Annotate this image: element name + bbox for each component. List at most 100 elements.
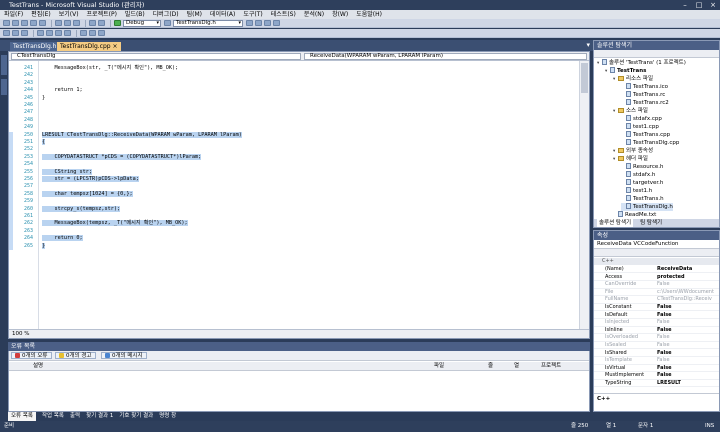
solution-tree-item[interactable]: TestTrans.ico <box>621 83 668 91</box>
menu-item[interactable]: 디버그(D) <box>153 10 179 19</box>
code-line[interactable]: LRESULT CTestTransDlg::ReceiveData(WPARA… <box>42 131 242 138</box>
parameter-info-icon[interactable] <box>12 30 19 36</box>
property-row[interactable]: File c:\Users\WWdocument <box>594 289 719 297</box>
solution-tree-item[interactable]: TestTrans.rc2 <box>621 99 669 107</box>
find-icon[interactable] <box>246 20 253 26</box>
warnings-filter-button[interactable]: 0개의 경고 <box>55 352 96 359</box>
property-row[interactable]: IsShared False <box>594 350 719 357</box>
code-line[interactable]: } <box>42 242 46 249</box>
zoom-level[interactable]: 100 % <box>12 331 29 337</box>
property-value[interactable]: False <box>657 372 672 379</box>
quick-info-icon[interactable] <box>21 30 28 36</box>
menu-item[interactable]: 빌드(B) <box>125 10 145 19</box>
object-selector[interactable]: ReceiveData VCCodeFunction <box>594 240 719 249</box>
undo-icon[interactable] <box>89 20 96 26</box>
solution-tree-item[interactable]: TestTrans.cpp <box>621 131 670 139</box>
prev-bookmark-icon[interactable] <box>89 30 96 36</box>
solution-tree-item[interactable]: test1.h <box>621 187 652 195</box>
property-value[interactable]: ReceiveData <box>657 266 692 273</box>
server-explorer-tab[interactable] <box>1 55 7 75</box>
redo-icon[interactable] <box>98 20 105 26</box>
column-file[interactable]: 파일 <box>434 362 444 371</box>
tool-window-tab[interactable]: 오류 목록 <box>8 412 36 421</box>
solution-tree-item[interactable]: ▾ TestTrans <box>605 67 646 75</box>
bookmark-icon[interactable] <box>80 30 87 36</box>
code-line[interactable]: MessageBox(str, _T("메시지 확인"), MB_OK); <box>42 65 178 71</box>
add-item-icon[interactable] <box>12 20 19 26</box>
property-value[interactable]: False <box>657 312 672 319</box>
property-value[interactable]: False <box>657 365 672 372</box>
code-line[interactable]: char tempsz[1024] = {0,}; <box>42 190 133 197</box>
property-row[interactable]: IsConstant False <box>594 304 719 312</box>
new-project-icon[interactable] <box>3 20 10 26</box>
property-row[interactable]: FullName CTestTransDlg::Receiv <box>594 296 719 304</box>
property-value[interactable]: False <box>657 357 670 364</box>
copy-icon[interactable] <box>64 20 71 26</box>
solution-tree-item[interactable]: stdafx.h <box>621 171 655 179</box>
property-value[interactable]: CTestTransDlg::Receiv <box>657 296 712 303</box>
solution-tree-item[interactable]: TestTransDlg.h <box>621 203 673 211</box>
property-value[interactable]: c:\Users\WWdocument <box>657 289 714 296</box>
indent-icon[interactable] <box>37 30 44 36</box>
property-row[interactable]: CanOverride False <box>594 281 719 289</box>
solution-tree-item[interactable]: ▾ 솔루션 'TestTrans' (1 프로젝트) <box>597 59 686 67</box>
property-row[interactable]: Access protected <box>594 274 719 281</box>
save-all-icon[interactable] <box>39 20 46 26</box>
properties-icon[interactable] <box>264 20 271 26</box>
code-line[interactable]: CString str; <box>42 168 92 175</box>
solution-tree-item[interactable]: ▾ 외부 종속성 <box>613 147 653 155</box>
column-col[interactable]: 열 <box>514 362 519 371</box>
menu-item[interactable]: 테스트(S) <box>271 10 296 19</box>
column-description[interactable]: 설명 <box>33 362 43 371</box>
property-row[interactable]: MustImplement False <box>594 372 719 380</box>
tab-solution-explorer[interactable]: 솔루션 탐색기 <box>597 219 634 227</box>
minimize-icon[interactable]: – <box>678 0 692 10</box>
tab-team-explorer[interactable]: 팀 탐색기 <box>638 219 664 227</box>
property-value[interactable]: False <box>657 350 672 357</box>
property-row[interactable]: TypeString LRESULT <box>594 380 719 388</box>
code-area[interactable]: MessageBox(str, _T("메시지 확인"), MB_OK); re… <box>39 61 579 329</box>
menu-item[interactable]: 도구(T) <box>243 10 262 19</box>
property-value[interactable]: LRESULT <box>657 380 681 387</box>
property-value[interactable]: False <box>657 327 672 334</box>
scroll-thumb[interactable] <box>581 63 588 93</box>
solution-tree-item[interactable]: TestTransDlg.cpp <box>621 139 679 147</box>
tab-dropdown-icon[interactable]: ▾ <box>586 41 590 49</box>
tool-window-tab[interactable]: 작업 목록 <box>42 412 64 421</box>
property-row[interactable]: IsInline False <box>594 327 719 335</box>
config-combo[interactable]: Debug <box>123 19 161 27</box>
class-dropdown[interactable]: CTestTransDlg <box>11 53 301 60</box>
property-row[interactable]: IsTemplate False <box>594 357 719 365</box>
menu-item[interactable]: 데이터(A) <box>210 10 235 19</box>
menu-item[interactable]: 파일(F) <box>4 10 23 19</box>
code-line[interactable]: return 1; <box>42 87 82 93</box>
close-tab-icon[interactable]: × <box>113 43 118 50</box>
tool-window-tab[interactable]: 찾기 결과 1 <box>86 412 113 421</box>
uncomment-icon[interactable] <box>64 30 71 36</box>
solution-tree-item[interactable]: Resource.h <box>621 163 663 171</box>
next-bookmark-icon[interactable] <box>98 30 105 36</box>
menu-item[interactable]: 창(W) <box>332 10 348 19</box>
outdent-icon[interactable] <box>46 30 53 36</box>
cut-icon[interactable] <box>55 20 62 26</box>
messages-filter-button[interactable]: 0개의 메시지 <box>101 352 147 359</box>
property-value[interactable]: False <box>657 304 672 311</box>
solution-tree-item[interactable]: ▾ 헤더 파일 <box>613 155 648 163</box>
solution-tree-item[interactable]: test1.cpp <box>621 123 659 131</box>
solution-tree-item[interactable]: ReadMe.txt <box>613 211 656 219</box>
paste-icon[interactable] <box>73 20 80 26</box>
close-icon[interactable]: × <box>706 0 720 10</box>
property-value[interactable]: False <box>657 334 670 341</box>
solution-tree-item[interactable]: TestTrans.h <box>621 195 664 203</box>
code-line[interactable]: return 0; <box>42 235 83 242</box>
property-row[interactable]: IsOverloaded False <box>594 334 719 342</box>
property-row[interactable]: IsSealed False <box>594 342 719 350</box>
property-row[interactable]: IsDefault False <box>594 312 719 319</box>
property-row[interactable]: (Name) ReceiveData <box>594 266 719 274</box>
menu-item[interactable]: 보기(V) <box>59 10 79 19</box>
open-icon[interactable] <box>21 20 28 26</box>
tab-testtransdlg-h[interactable]: TestTransDlg.h <box>10 42 60 51</box>
solution-tree-item[interactable]: ▾ 리소스 파일 <box>613 75 653 83</box>
menu-item[interactable]: 편집(E) <box>31 10 51 19</box>
property-row[interactable]: IsInjected False <box>594 319 719 327</box>
